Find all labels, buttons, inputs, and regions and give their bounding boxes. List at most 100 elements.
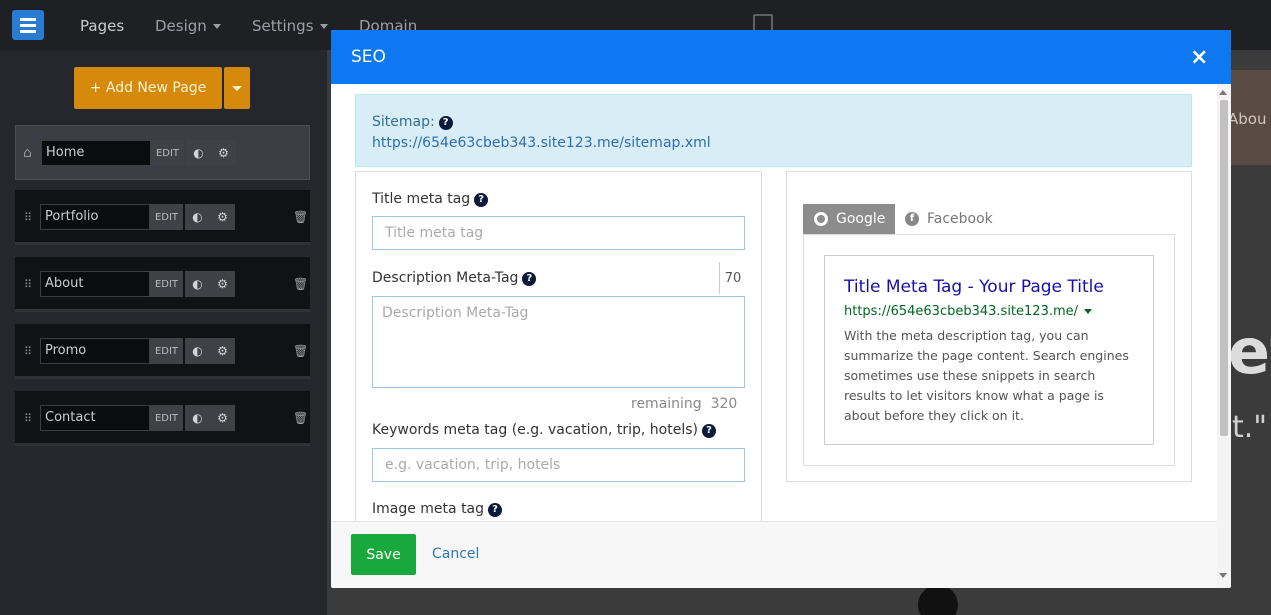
page-row-contact[interactable]: ⠿ Contact EDIT ◐ ⚙ 🗑 — [15, 391, 310, 446]
preview-url-text: https://654e63cbeb343.site123.me/ — [844, 304, 1079, 319]
trash-icon[interactable]: 🗑 — [293, 277, 308, 291]
menu-logo-icon[interactable] — [12, 10, 44, 40]
nav-settings[interactable]: Settings — [252, 17, 328, 35]
page-row-home[interactable]: ⌂ Home EDIT ◐ ⚙ — [15, 125, 310, 180]
modal-scrollbar-thumb[interactable] — [1220, 100, 1228, 436]
title-char-counter: 70 — [719, 262, 746, 294]
image-meta-label-text: Image meta tag — [372, 501, 485, 517]
edit-page-button[interactable]: EDIT — [150, 204, 183, 230]
help-icon[interactable]: ? — [474, 193, 489, 207]
help-icon[interactable]: ? — [522, 272, 537, 286]
title-meta-label: Title meta tag? — [372, 191, 489, 207]
palette-icon[interactable]: ◐ — [186, 140, 211, 166]
edit-page-button[interactable]: EDIT — [150, 338, 183, 364]
chevron-down-icon — [319, 24, 328, 29]
sitemap-label-text: Sitemap: — [372, 114, 435, 130]
title-meta-label-text: Title meta tag — [372, 191, 471, 207]
tab-google-label: Google — [836, 211, 886, 227]
drag-handle-icon[interactable]: ⠿ — [24, 212, 32, 224]
keywords-meta-label-text: Keywords meta tag (e.g. vacation, trip, … — [372, 422, 698, 438]
drag-handle-icon[interactable]: ⠿ — [24, 346, 32, 358]
nav-settings-label: Settings — [252, 17, 314, 35]
palette-icon[interactable]: ◐ — [185, 271, 210, 297]
description-meta-placeholder: Description Meta-Tag — [382, 305, 529, 321]
gear-icon[interactable]: ⚙ — [210, 338, 235, 364]
preview-nav-text: Abou — [1228, 110, 1267, 128]
seo-modal: SEO × Sitemap:? https://654e63cbeb343.si… — [331, 30, 1231, 588]
page-name-input[interactable]: Home — [41, 140, 151, 166]
nav-pages[interactable]: Pages — [80, 17, 124, 35]
tab-google[interactable]: Google — [803, 204, 895, 234]
nav-design-label: Design — [155, 17, 207, 35]
add-page-dropdown-button[interactable] — [224, 67, 250, 109]
page-name-input[interactable]: Promo — [40, 338, 150, 364]
palette-icon[interactable]: ◐ — [185, 338, 210, 364]
close-icon[interactable]: × — [1190, 45, 1208, 70]
help-icon[interactable]: ? — [702, 424, 716, 438]
add-new-page-button[interactable]: + Add New Page — [74, 67, 222, 109]
tab-facebook[interactable]: f Facebook — [905, 204, 1005, 234]
trash-icon[interactable]: 🗑 — [293, 210, 308, 224]
tab-facebook-label: Facebook — [927, 211, 993, 227]
cancel-button[interactable]: Cancel — [432, 546, 479, 562]
scroll-up-icon[interactable] — [1219, 90, 1227, 95]
trash-icon[interactable]: 🗑 — [293, 344, 308, 358]
search-preview-panel: Google f Facebook Title Meta Tag - Your P… — [786, 171, 1192, 482]
preview-quote-text: t." — [1232, 410, 1268, 445]
meta-form-panel: Title meta tag? Title meta tag 70 Descri… — [355, 171, 762, 531]
google-icon — [814, 212, 828, 226]
edit-page-button[interactable]: EDIT — [151, 140, 184, 166]
page-row-about[interactable]: ⠿ About EDIT ◐ ⚙ 🗑 — [15, 257, 310, 312]
gear-icon[interactable]: ⚙ — [210, 204, 235, 230]
preview-description: With the meta description tag, you can s… — [844, 328, 1129, 423]
description-meta-textarea[interactable]: Description Meta-Tag — [372, 296, 745, 388]
preview-url: https://654e63cbeb343.site123.me/ — [844, 304, 1093, 319]
image-meta-label: Image meta tag? — [372, 501, 503, 517]
pages-sidebar: + Add New Page ⌂ Home EDIT ◐ ⚙ ⠿ Portfol… — [0, 50, 327, 615]
sitemap-info-box: Sitemap:? https://654e63cbeb343.site123.… — [355, 94, 1192, 167]
gear-icon[interactable]: ⚙ — [210, 271, 235, 297]
sitemap-link[interactable]: https://654e63cbeb343.site123.me/sitemap… — [372, 135, 711, 151]
home-icon: ⌂ — [23, 145, 32, 161]
preview-heading-text: et — [1228, 315, 1271, 388]
palette-icon[interactable]: ◐ — [185, 405, 210, 431]
scroll-down-icon[interactable] — [1219, 573, 1227, 578]
title-meta-input[interactable]: Title meta tag 70 — [372, 216, 745, 294]
modal-footer: Save Cancel — [331, 521, 1217, 588]
page-name-input[interactable]: Contact — [40, 405, 150, 431]
help-icon[interactable]: ? — [438, 116, 453, 130]
add-new-page-label: + Add New Page — [89, 80, 207, 96]
description-meta-label: Description Meta-Tag? — [372, 270, 537, 286]
edit-page-button[interactable]: EDIT — [150, 271, 183, 297]
google-result-card: Title Meta Tag - Your Page Title https:/… — [824, 255, 1154, 445]
save-button[interactable]: Save — [351, 534, 416, 575]
preview-container: Title Meta Tag - Your Page Title https:/… — [803, 234, 1175, 466]
page-row-promo[interactable]: ⠿ Promo EDIT ◐ ⚙ 🗑 — [15, 324, 310, 379]
nav-design[interactable]: Design — [155, 17, 221, 35]
keywords-meta-label: Keywords meta tag (e.g. vacation, trip, … — [372, 422, 716, 438]
sitemap-label: Sitemap:? — [372, 114, 453, 130]
drag-handle-icon[interactable]: ⠿ — [24, 279, 32, 291]
nav-pages-label: Pages — [80, 17, 125, 35]
page-row-portfolio[interactable]: ⠿ Portfolio EDIT ◐ ⚙ 🗑 — [15, 190, 310, 245]
modal-header: SEO × — [331, 30, 1231, 84]
page-name-input[interactable]: About — [40, 271, 150, 297]
keywords-meta-input[interactable]: e.g. vacation, trip, hotels — [372, 448, 745, 482]
page-name-input[interactable]: Portfolio — [40, 204, 150, 230]
trash-icon[interactable]: 🗑 — [293, 411, 308, 425]
title-meta-placeholder: Title meta tag — [385, 225, 484, 241]
gear-icon[interactable]: ⚙ — [210, 405, 235, 431]
help-icon[interactable]: ? — [488, 503, 503, 517]
palette-icon[interactable]: ◐ — [185, 204, 210, 230]
gear-icon[interactable]: ⚙ — [211, 140, 236, 166]
preview-title: Title Meta Tag - Your Page Title — [844, 277, 1104, 297]
modal-title: SEO — [351, 47, 386, 67]
chevron-down-icon — [212, 24, 221, 29]
facebook-icon: f — [905, 212, 919, 226]
chevron-down-icon — [1084, 309, 1093, 314]
drag-handle-icon[interactable]: ⠿ — [24, 413, 32, 425]
description-meta-label-text: Description Meta-Tag — [372, 270, 519, 286]
keywords-meta-placeholder: e.g. vacation, trip, hotels — [385, 457, 561, 473]
remaining-counter: remaining 320 — [631, 396, 738, 412]
edit-page-button[interactable]: EDIT — [150, 405, 183, 431]
